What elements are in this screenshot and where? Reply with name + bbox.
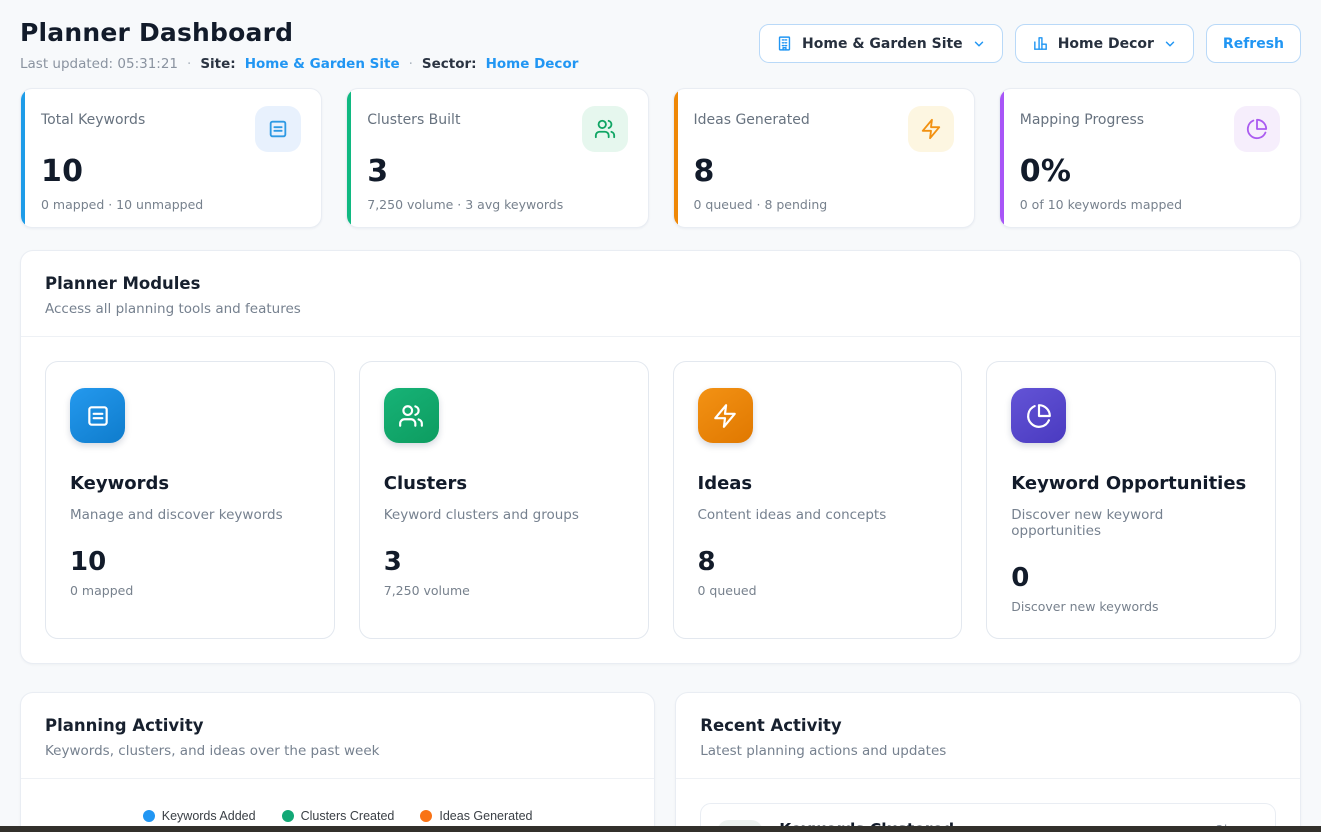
section-title: Planning Activity	[45, 716, 630, 735]
meta-separator: ·	[409, 56, 413, 72]
legend-dot-orange	[420, 810, 432, 822]
legend-item-keywords-added[interactable]: Keywords Added	[143, 809, 256, 823]
legend-label: Ideas Generated	[439, 809, 532, 823]
sector-label: Sector:	[422, 56, 477, 72]
sector-selector-label: Home Decor	[1058, 36, 1154, 52]
users-icon	[384, 388, 439, 443]
section-title: Recent Activity	[700, 716, 1276, 735]
recent-activity-card: Recent Activity Latest planning actions …	[675, 692, 1301, 832]
stat-subtext: 7,250 volume · 3 avg keywords	[367, 197, 627, 212]
module-title: Clusters	[384, 473, 624, 494]
users-icon	[582, 106, 628, 152]
activity-feed: Keywords Clustered 2h ago 3 new clusters…	[676, 779, 1300, 832]
stat-label: Mapping Progress	[1020, 106, 1144, 128]
meta-line: Last updated: 05:31:21 · Site: Home & Ga…	[20, 56, 578, 72]
stat-label: Ideas Generated	[694, 106, 810, 128]
site-selector-label: Home & Garden Site	[802, 36, 963, 52]
bar-chart-icon	[1032, 35, 1049, 52]
stat-card-ideas-generated: Ideas Generated 8 0 queued · 8 pending	[673, 88, 975, 228]
lightning-icon	[698, 388, 753, 443]
module-title: Ideas	[698, 473, 938, 494]
site-link[interactable]: Home & Garden Site	[245, 56, 400, 72]
refresh-button[interactable]: Refresh	[1206, 24, 1301, 63]
stat-label: Clusters Built	[367, 106, 460, 128]
planning-activity-header: Planning Activity Keywords, clusters, an…	[21, 693, 654, 779]
chevron-down-icon	[1163, 37, 1177, 51]
header-left: Planner Dashboard Last updated: 05:31:21…	[20, 18, 578, 72]
planner-modules-section: Planner Modules Access all planning tool…	[20, 250, 1301, 664]
last-updated-text: Last updated: 05:31:21	[20, 56, 178, 72]
section-subtitle: Keywords, clusters, and ideas over the p…	[45, 743, 630, 759]
stat-card-total-keywords: Total Keywords 10 0 mapped · 10 unmapped	[20, 88, 322, 228]
module-title: Keyword Opportunities	[1011, 473, 1251, 494]
pie-chart-icon	[1234, 106, 1280, 152]
note-icon	[70, 388, 125, 443]
pie-chart-icon	[1011, 388, 1066, 443]
modules-grid: Keywords Manage and discover keywords 10…	[21, 337, 1300, 663]
module-subtext: 0 mapped	[70, 583, 310, 598]
module-description: Manage and discover keywords	[70, 507, 310, 523]
module-card-clusters[interactable]: Clusters Keyword clusters and groups 3 7…	[359, 361, 649, 639]
sector-selector-dropdown[interactable]: Home Decor	[1015, 24, 1194, 63]
section-subtitle: Latest planning actions and updates	[700, 743, 1276, 759]
module-subtext: 0 queued	[698, 583, 938, 598]
site-selector-dropdown[interactable]: Home & Garden Site	[759, 24, 1003, 63]
stat-subtext: 0 mapped · 10 unmapped	[41, 197, 301, 212]
sector-link[interactable]: Home Decor	[486, 56, 579, 72]
lightning-icon	[908, 106, 954, 152]
page-title: Planner Dashboard	[20, 18, 578, 47]
planner-dashboard-page: Planner Dashboard Last updated: 05:31:21…	[0, 0, 1321, 832]
module-subtext: 7,250 volume	[384, 583, 624, 598]
module-description: Keyword clusters and groups	[384, 507, 624, 523]
window-bottom-edge	[0, 826, 1321, 832]
stat-subtext: 0 of 10 keywords mapped	[1020, 197, 1280, 212]
refresh-button-label: Refresh	[1223, 36, 1284, 52]
legend-label: Keywords Added	[162, 809, 256, 823]
chevron-down-icon	[972, 37, 986, 51]
legend-item-clusters-created[interactable]: Clusters Created	[282, 809, 395, 823]
note-icon	[255, 106, 301, 152]
stat-label: Total Keywords	[41, 106, 145, 128]
building-icon	[776, 35, 793, 52]
recent-activity-header: Recent Activity Latest planning actions …	[676, 693, 1300, 779]
stat-card-clusters-built: Clusters Built 3 7,250 volume · 3 avg ke…	[346, 88, 648, 228]
legend-dot-blue	[143, 810, 155, 822]
meta-separator: ·	[187, 56, 191, 72]
site-label: Site:	[200, 56, 235, 72]
planner-modules-header: Planner Modules Access all planning tool…	[21, 251, 1300, 337]
page-header: Planner Dashboard Last updated: 05:31:21…	[20, 18, 1301, 72]
stat-value: 8	[694, 154, 954, 189]
stat-subtext: 0 queued · 8 pending	[694, 197, 954, 212]
section-title: Planner Modules	[45, 274, 1276, 293]
stat-cards-row: Total Keywords 10 0 mapped · 10 unmapped…	[20, 88, 1301, 228]
stat-value: 0%	[1020, 154, 1280, 189]
module-card-ideas[interactable]: Ideas Content ideas and concepts 8 0 que…	[673, 361, 963, 639]
stat-value: 10	[41, 154, 301, 189]
module-title: Keywords	[70, 473, 310, 494]
module-card-keywords[interactable]: Keywords Manage and discover keywords 10…	[45, 361, 335, 639]
module-value: 3	[384, 547, 624, 577]
module-subtext: Discover new keywords	[1011, 599, 1251, 614]
toolbar: Home & Garden Site Home Decor Refresh	[759, 24, 1301, 63]
chart-legend: Keywords Added Clusters Created Ideas Ge…	[21, 809, 654, 823]
legend-label: Clusters Created	[301, 809, 395, 823]
module-value: 8	[698, 547, 938, 577]
module-value: 0	[1011, 563, 1251, 593]
module-description: Discover new keyword opportunities	[1011, 507, 1251, 539]
bottom-row: Planning Activity Keywords, clusters, an…	[20, 692, 1301, 832]
stat-value: 3	[367, 154, 627, 189]
planning-activity-card: Planning Activity Keywords, clusters, an…	[20, 692, 655, 832]
section-subtitle: Access all planning tools and features	[45, 301, 1276, 317]
module-value: 10	[70, 547, 310, 577]
legend-item-ideas-generated[interactable]: Ideas Generated	[420, 809, 532, 823]
module-description: Content ideas and concepts	[698, 507, 938, 523]
legend-dot-green	[282, 810, 294, 822]
stat-card-mapping-progress: Mapping Progress 0% 0 of 10 keywords map…	[999, 88, 1301, 228]
module-card-keyword-opportunities[interactable]: Keyword Opportunities Discover new keywo…	[986, 361, 1276, 639]
